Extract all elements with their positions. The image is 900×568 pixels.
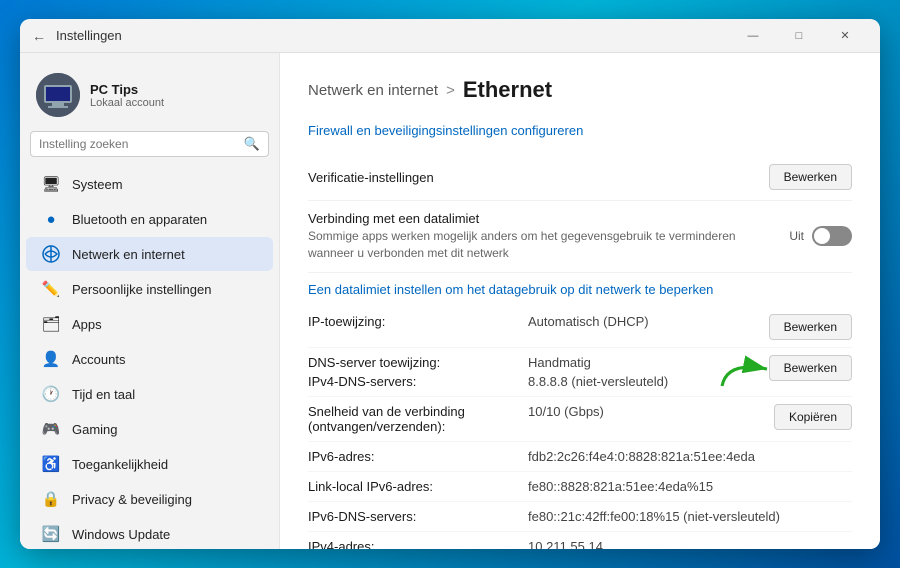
- kopieren-button[interactable]: Kopiëren: [774, 404, 852, 430]
- toggle-switch[interactable]: [812, 226, 852, 246]
- netwerk-icon: [42, 245, 60, 263]
- titlebar: ← Instellingen — □ ✕: [20, 19, 880, 53]
- gaming-icon: 🎮: [42, 420, 60, 438]
- sidebar-item-label: Accounts: [72, 352, 125, 367]
- minimize-button[interactable]: —: [730, 19, 776, 53]
- sidebar-item-bluetooth[interactable]: ● Bluetooth en apparaten: [26, 202, 273, 236]
- user-subtitle: Lokaal account: [90, 97, 164, 109]
- sidebar-item-netwerk[interactable]: Netwerk en internet: [26, 237, 273, 271]
- ipv6-label: IPv6-adres:: [308, 449, 528, 464]
- main-content: Netwerk en internet > Ethernet Firewall …: [280, 53, 880, 549]
- ipv4-row: IPv4-adres: 10.211.55.14: [308, 532, 852, 549]
- sidebar-item-tijd[interactable]: 🕐 Tijd en taal: [26, 377, 273, 411]
- page-header: Netwerk en internet > Ethernet: [308, 77, 852, 103]
- link-local-label: Link-local IPv6-adres:: [308, 479, 528, 494]
- windows-update-icon: 🔄: [42, 525, 60, 543]
- ipv6-dns-label: IPv6-DNS-servers:: [308, 509, 528, 524]
- sidebar-item-label: Persoonlijke instellingen: [72, 282, 211, 297]
- avatar: [36, 73, 80, 117]
- dns-row: DNS-server toewijzing: IPv4-DNS-servers:…: [308, 348, 852, 397]
- verificatie-bewerken-button[interactable]: Bewerken: [769, 164, 852, 190]
- dns-bewerken-button[interactable]: Bewerken: [769, 355, 852, 381]
- bluetooth-icon: ●: [42, 210, 60, 228]
- ipv4-label: IPv4-adres:: [308, 539, 528, 549]
- verificatie-label: Verificatie-instellingen: [308, 170, 761, 185]
- ip-bewerken-button[interactable]: Bewerken: [769, 314, 852, 340]
- apps-icon: 🗂: [42, 315, 60, 333]
- sidebar-item-label: Apps: [72, 317, 102, 332]
- window-controls: — □ ✕: [730, 19, 868, 53]
- content-area: PC Tips Lokaal account 🔍 🖥 Systeem ● Blu…: [20, 53, 880, 549]
- datalimiet-link[interactable]: Een datalimiet instellen om het datagebr…: [308, 282, 713, 297]
- sidebar-item-accounts[interactable]: 👤 Accounts: [26, 342, 273, 376]
- maximize-button[interactable]: □: [776, 19, 822, 53]
- privacy-icon: 🔒: [42, 490, 60, 508]
- ipv6-dns-value: fe80::21c:42ff:fe00:18%15 (niet-versleut…: [528, 509, 852, 524]
- toggle-label: Uit: [789, 229, 804, 243]
- ip-row: IP-toewijzing: Automatisch (DHCP) Bewerk…: [308, 307, 852, 348]
- back-button[interactable]: ←: [32, 28, 46, 44]
- link-local-value: fe80::8828:821a:51ee:4eda%15: [528, 479, 852, 494]
- link-local-row: Link-local IPv6-adres: fe80::8828:821a:5…: [308, 472, 852, 502]
- snelheid-label: Snelheid van de verbinding (ontvangen/ve…: [308, 404, 528, 434]
- titlebar-title: Instellingen: [56, 28, 730, 43]
- systeem-icon: 🖥: [42, 175, 60, 193]
- sidebar-item-privacy[interactable]: 🔒 Privacy & beveiliging: [26, 482, 273, 516]
- sidebar-item-persoonlijke[interactable]: ✏️ Persoonlijke instellingen: [26, 272, 273, 306]
- sidebar-item-apps[interactable]: 🗂 Apps: [26, 307, 273, 341]
- datalimiet-section: Een datalimiet instellen om het datagebr…: [308, 281, 852, 299]
- verbinding-toggle[interactable]: Uit: [789, 226, 852, 246]
- sidebar-item-label: Gaming: [72, 422, 118, 437]
- close-button[interactable]: ✕: [822, 19, 868, 53]
- ipv6-value: fdb2:2c26:f4e4:0:8828:821a:51ee:4eda: [528, 449, 852, 464]
- verbinding-label: Verbinding met een datalimiet: [308, 211, 781, 226]
- sidebar-item-label: Systeem: [72, 177, 123, 192]
- sidebar-item-label: Tijd en taal: [72, 387, 135, 402]
- settings-window: ← Instellingen — □ ✕: [20, 19, 880, 549]
- dns-label: DNS-server toewijzing:: [308, 355, 528, 370]
- user-name: PC Tips: [90, 82, 164, 97]
- verbinding-row: Verbinding met een datalimiet Sommige ap…: [308, 201, 852, 273]
- sidebar-item-label: Netwerk en internet: [72, 247, 185, 262]
- firewall-link[interactable]: Firewall en beveiligingsinstellingen con…: [308, 123, 852, 138]
- breadcrumb: Netwerk en internet: [308, 82, 438, 99]
- verificatie-row: Verificatie-instellingen Bewerken: [308, 154, 852, 201]
- search-icon: 🔍: [244, 136, 260, 152]
- sidebar-item-systeem[interactable]: 🖥 Systeem: [26, 167, 273, 201]
- sidebar-item-label: Toegankelijkheid: [72, 457, 168, 472]
- tijd-icon: 🕐: [42, 385, 60, 403]
- ipv6-row: IPv6-adres: fdb2:2c26:f4e4:0:8828:821a:5…: [308, 442, 852, 472]
- snelheid-value: 10/10 (Gbps): [528, 404, 774, 419]
- snelheid-row: Snelheid van de verbinding (ontvangen/ve…: [308, 397, 852, 442]
- sidebar-item-label: Privacy & beveiliging: [72, 492, 192, 507]
- ipv4-dns-label: IPv4-DNS-servers:: [308, 374, 528, 389]
- sidebar-item-toegankelijkheid[interactable]: ♿ Toegankelijkheid: [26, 447, 273, 481]
- ipv6-dns-row: IPv6-DNS-servers: fe80::21c:42ff:fe00:18…: [308, 502, 852, 532]
- persoonlijke-icon: ✏️: [42, 280, 60, 298]
- sidebar-item-windows-update[interactable]: 🔄 Windows Update: [26, 517, 273, 549]
- sidebar-item-label: Bluetooth en apparaten: [72, 212, 207, 227]
- accounts-icon: 👤: [42, 350, 60, 368]
- page-separator: >: [446, 82, 455, 99]
- search-input[interactable]: [39, 137, 244, 151]
- verbinding-sub: Sommige apps werken mogelijk anders om h…: [308, 228, 781, 262]
- green-arrow-icon: [717, 351, 777, 391]
- sidebar-item-gaming[interactable]: 🎮 Gaming: [26, 412, 273, 446]
- ipv4-value: 10.211.55.14: [528, 539, 852, 549]
- sidebar: PC Tips Lokaal account 🔍 🖥 Systeem ● Blu…: [20, 53, 280, 549]
- search-box[interactable]: 🔍: [30, 131, 269, 157]
- user-section: PC Tips Lokaal account: [20, 63, 279, 131]
- user-info: PC Tips Lokaal account: [90, 82, 164, 109]
- ip-value: Automatisch (DHCP): [528, 314, 769, 329]
- ip-label: IP-toewijzing:: [308, 314, 528, 329]
- sidebar-item-label: Windows Update: [72, 527, 170, 542]
- toegankelijkheid-icon: ♿: [42, 455, 60, 473]
- page-title: Ethernet: [463, 77, 552, 103]
